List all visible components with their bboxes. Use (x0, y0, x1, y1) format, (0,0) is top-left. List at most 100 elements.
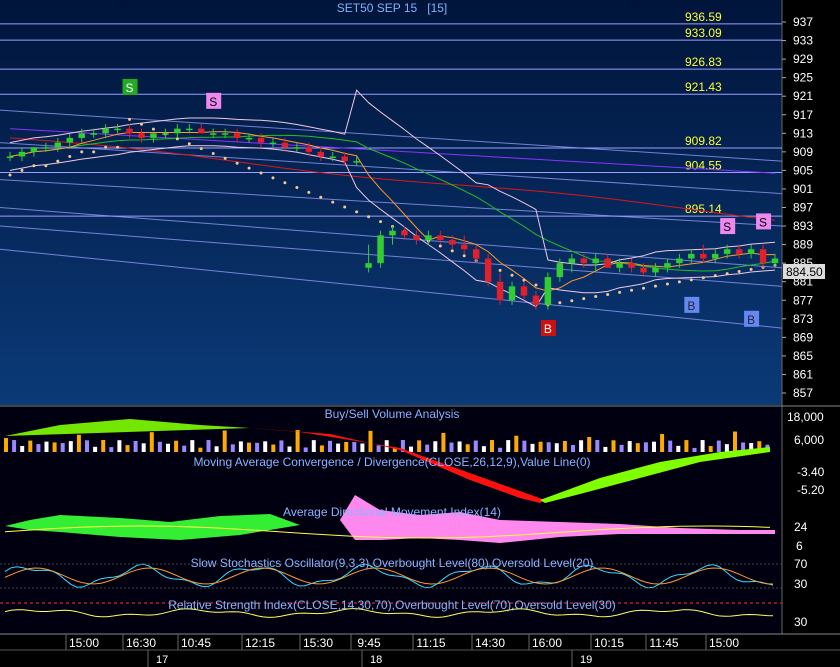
candle-body (42, 147, 50, 149)
time-tick-label: 11:45 (649, 636, 678, 650)
volume-bar (376, 445, 381, 452)
parabolic-sar-dot (151, 127, 155, 131)
candle-body (532, 295, 540, 305)
time-tick-label: 16:00 (532, 636, 562, 650)
volume-bar (571, 445, 575, 452)
time-tick-label: 15:00 (709, 636, 739, 650)
fib-level-label: 904.55 (685, 158, 722, 172)
volume-bar (206, 440, 211, 452)
stochastic-panel-title: Slow Stochastics Oscillator(9,3,3),Overb… (191, 556, 594, 570)
candle-body (365, 263, 372, 268)
date-label: 19 (580, 654, 592, 666)
candle-body (257, 137, 265, 143)
volume-bar (44, 441, 49, 452)
candle-body (652, 267, 659, 273)
price-tick-label: 893 (793, 219, 813, 233)
parabolic-sar-dot (438, 244, 442, 248)
volume-bar (157, 441, 162, 452)
parabolic-sar-dot (725, 272, 729, 276)
time-tick-label: 14:30 (475, 636, 505, 650)
candle-body (640, 267, 647, 273)
candle-body (425, 235, 432, 240)
signal-label: B (544, 322, 552, 336)
time-tick-label: 12:15 (245, 636, 275, 650)
volume-bar (12, 440, 17, 452)
parabolic-sar-dot (618, 290, 622, 294)
adx-tick-low: 6 (796, 539, 803, 553)
candle-body (341, 156, 348, 162)
volume-bar (174, 440, 179, 452)
parabolic-sar-dot (701, 276, 705, 280)
volume-tick-low: 6,000 (794, 433, 824, 447)
volume-bar (52, 442, 57, 452)
price-tick-label: 905 (793, 163, 813, 177)
price-tick-label: 921 (793, 89, 813, 103)
volume-bar (68, 441, 73, 452)
candle-body (747, 249, 755, 254)
price-tick-label: 901 (793, 182, 813, 196)
candle-body (759, 249, 767, 264)
volume-bar (417, 440, 422, 452)
volume-tick-high: 18,000 (787, 410, 824, 424)
parabolic-sar-dot (582, 297, 586, 301)
volume-bar (101, 440, 106, 452)
candle-body (484, 258, 492, 282)
volume-bar (498, 447, 503, 452)
volume-bar (4, 438, 8, 452)
candle-body (221, 133, 229, 135)
volume-bar (668, 440, 673, 452)
candle-body (688, 253, 695, 259)
candle-body (413, 235, 420, 240)
parabolic-sar-dot (331, 200, 335, 204)
signal-label: S (126, 81, 134, 95)
volume-bar (198, 447, 203, 452)
signal-label: S (209, 95, 217, 109)
volume-bar (530, 443, 535, 452)
parabolic-sar-dot (630, 288, 634, 292)
time-tick-label: 10:15 (594, 636, 624, 650)
volume-bar (76, 434, 81, 452)
parabolic-sar-dot (462, 254, 466, 258)
volume-bar (279, 440, 284, 452)
volume-bar (230, 444, 235, 452)
parabolic-sar-dot (271, 176, 275, 180)
parabolic-sar-dot (677, 280, 681, 284)
chart-canvas: 936.59933.09926.83921.43909.82904.55895.… (0, 0, 840, 667)
candle-body (676, 258, 683, 264)
candle-body (604, 258, 611, 268)
parabolic-sar-dot (307, 190, 311, 194)
volume-bar (36, 444, 41, 452)
volume-bar (222, 430, 227, 452)
volume-bar (652, 441, 656, 452)
parabolic-sar-dot (450, 249, 454, 253)
parabolic-sar-dot (104, 145, 108, 149)
volume-bar (93, 446, 98, 452)
price-tick-label: 937 (793, 15, 813, 29)
parabolic-sar-dot (247, 166, 251, 170)
volume-bar (522, 440, 527, 452)
time-tick-label: 15:30 (303, 636, 333, 650)
candle-body (54, 142, 62, 148)
parabolic-sar-dot (510, 273, 514, 277)
volume-bar (182, 445, 187, 452)
price-tick-label: 877 (793, 293, 813, 307)
candle-body (30, 147, 38, 152)
candle-body (771, 258, 779, 264)
volume-bar (166, 443, 170, 452)
stochastic-tick-low: 30 (794, 577, 808, 591)
parabolic-sar-dot (749, 267, 753, 271)
candle-body (138, 133, 145, 138)
rsi-tick: 30 (794, 615, 808, 629)
volume-bar (724, 444, 729, 452)
volume-bar (368, 430, 373, 452)
candle-body (580, 258, 587, 264)
candle-body (317, 151, 325, 157)
volume-bar (319, 445, 324, 452)
candle-body (628, 263, 635, 268)
candle-body (460, 244, 468, 250)
macd-tick-high: -3.40 (797, 465, 825, 479)
time-tick-label: 15:00 (69, 636, 99, 650)
volume-bar (457, 441, 462, 452)
candle-body (664, 263, 671, 268)
parabolic-sar-dot (295, 186, 299, 190)
